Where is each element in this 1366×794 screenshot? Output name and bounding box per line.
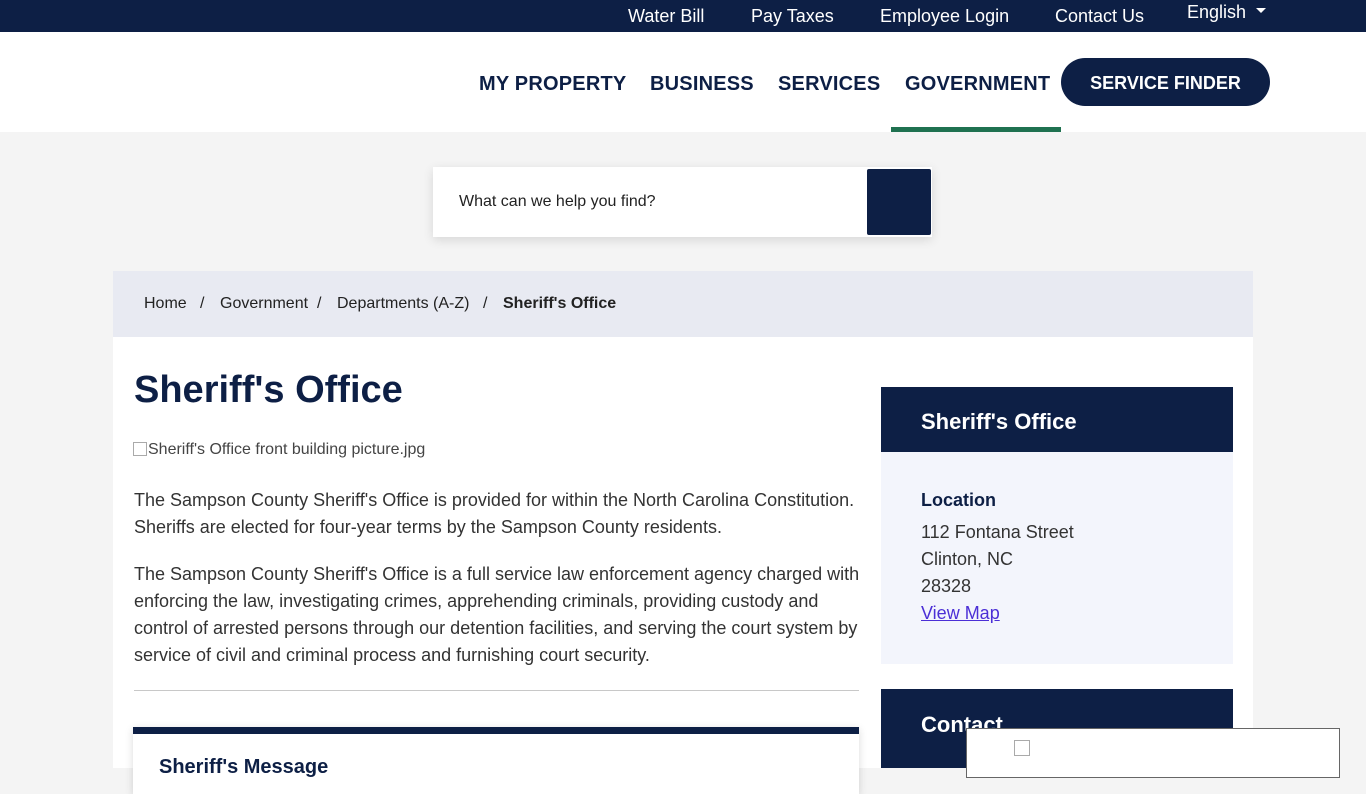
building-image: Sheriff's Office front building picture.… — [133, 441, 425, 459]
language-selector[interactable]: English — [1187, 2, 1267, 23]
nav-business[interactable]: BUSINESS — [650, 73, 754, 96]
search-button[interactable] — [867, 169, 931, 235]
main-content: Sheriff's Office Sheriff's Office front … — [113, 337, 1253, 794]
breadcrumb-home[interactable]: Home — [144, 295, 187, 313]
breadcrumb-separator: / — [317, 295, 322, 312]
overlay-popup[interactable] — [966, 728, 1340, 778]
address-zip: 28328 — [921, 576, 972, 596]
location-panel: Location 112 Fontana Street Clinton, NC … — [881, 452, 1233, 664]
nav-government[interactable]: GOVERNMENT — [905, 73, 1050, 96]
breadcrumb: Home / Government / Departments (A-Z) / … — [113, 271, 1253, 337]
image-alt-text: Sheriff's Office front building picture.… — [148, 441, 426, 458]
content-divider — [134, 690, 859, 691]
broken-image-icon — [1014, 740, 1030, 756]
sidebar-title: Sheriff's Office — [921, 409, 1077, 434]
address-street: 112 Fontana Street — [921, 522, 1074, 542]
description-paragraph: The Sampson County Sheriff's Office is a… — [134, 564, 860, 665]
breadcrumb-separator: / — [200, 295, 205, 312]
breadcrumb-separator: / — [483, 295, 488, 312]
active-nav-indicator — [891, 127, 1061, 132]
contact-us-link[interactable]: Contact Us — [1055, 6, 1144, 27]
nav-my-property[interactable]: MY PROPERTY — [479, 73, 626, 96]
page-title: Sheriff's Office — [134, 369, 403, 411]
service-finder-button[interactable]: SERVICE FINDER — [1061, 58, 1270, 106]
sheriffs-message-card: Sheriff's Message — [133, 727, 859, 794]
water-bill-link[interactable]: Water Bill — [628, 6, 704, 27]
nav-services[interactable]: SERVICES — [778, 73, 880, 96]
search-input[interactable] — [459, 191, 859, 213]
breadcrumb-departments[interactable]: Departments (A-Z) — [337, 295, 469, 313]
pay-taxes-link[interactable]: Pay Taxes — [751, 6, 834, 27]
broken-image-icon — [133, 442, 147, 456]
location-label: Location — [921, 490, 996, 510]
language-label: English — [1187, 2, 1247, 22]
site-header: MY PROPERTY BUSINESS SERVICES GOVERNMENT… — [0, 32, 1366, 132]
view-map-link[interactable]: View Map — [921, 603, 1000, 624]
breadcrumb-government[interactable]: Government — [220, 295, 308, 313]
intro-paragraph: The Sampson County Sheriff's Office is p… — [134, 490, 855, 537]
address-city: Clinton, NC — [921, 549, 1014, 569]
utility-bar: Water Bill Pay Taxes Employee Login Cont… — [0, 0, 1366, 32]
employee-login-link[interactable]: Employee Login — [880, 6, 1009, 27]
breadcrumb-current: Sheriff's Office — [503, 295, 617, 312]
sidebar-header: Sheriff's Office — [881, 387, 1233, 452]
caret-down-icon — [1256, 7, 1267, 13]
search-box — [433, 167, 932, 237]
